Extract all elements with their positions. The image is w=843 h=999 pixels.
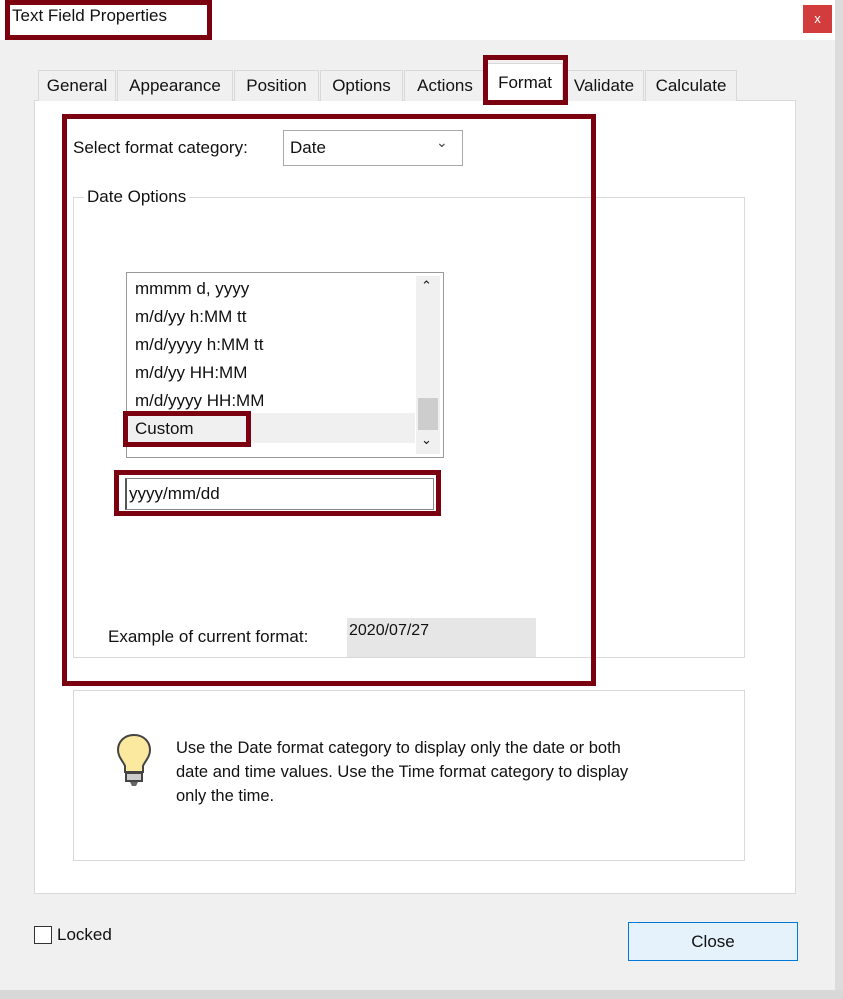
tab-actions[interactable]: Actions xyxy=(404,70,486,101)
tab-calculate[interactable]: Calculate xyxy=(645,70,737,101)
annotation-box xyxy=(114,470,441,516)
locked-label: Locked xyxy=(57,925,112,944)
tab-options[interactable]: Options xyxy=(320,70,403,101)
background-strip xyxy=(0,990,843,999)
tab-position[interactable]: Position xyxy=(234,70,319,101)
lightbulb-icon xyxy=(114,732,154,793)
annotation-box xyxy=(62,114,596,686)
tab-validate[interactable]: Validate xyxy=(564,70,644,101)
annotation-box xyxy=(123,411,251,447)
annotation-box xyxy=(483,55,568,105)
tab-general[interactable]: General xyxy=(38,70,116,101)
locked-checkbox[interactable] xyxy=(34,926,52,944)
background-strip xyxy=(835,0,843,999)
close-button[interactable]: Close xyxy=(628,922,798,961)
window-close-button[interactable]: x xyxy=(803,5,832,33)
hint-text: Use the Date format category to display … xyxy=(176,739,629,805)
tab-appearance[interactable]: Appearance xyxy=(117,70,233,101)
annotation-box xyxy=(5,0,212,40)
